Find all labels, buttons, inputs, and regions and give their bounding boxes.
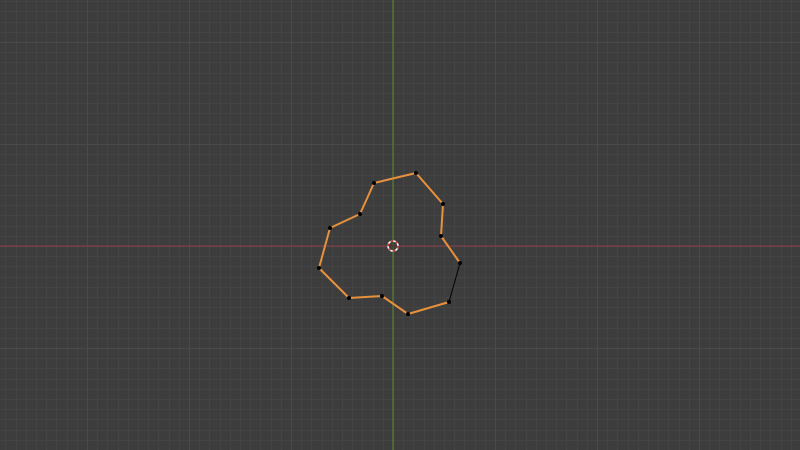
mesh-vertex[interactable] — [372, 181, 376, 185]
grid-minor-lines — [0, 0, 800, 450]
mesh-edge-selected[interactable] — [381, 295, 409, 315]
mesh-edge-selected[interactable] — [373, 172, 417, 184]
mesh-edge-selected[interactable] — [440, 203, 444, 237]
3d-cursor-icon[interactable] — [387, 240, 399, 252]
mesh-vertex[interactable] — [358, 212, 362, 216]
mesh-edge-selected[interactable] — [415, 172, 444, 205]
mesh-vertex[interactable] — [414, 171, 418, 175]
mesh-vertex[interactable] — [447, 300, 451, 304]
mesh-vertex[interactable] — [347, 296, 351, 300]
mesh-vertex[interactable] — [328, 226, 332, 230]
mesh-edge-selected[interactable] — [329, 213, 361, 229]
mesh-vertex[interactable] — [441, 202, 445, 206]
mesh-vertex[interactable] — [439, 234, 443, 238]
mesh-vertex[interactable] — [458, 261, 462, 265]
mesh-vertex[interactable] — [380, 294, 384, 298]
mesh-vertex[interactable] — [317, 266, 321, 270]
mesh-edge-selected[interactable] — [318, 227, 331, 269]
mesh-edge-selected[interactable] — [318, 267, 350, 299]
viewport-canvas[interactable] — [0, 0, 800, 450]
mesh-vertex[interactable] — [406, 312, 410, 316]
3d-viewport[interactable] — [0, 0, 800, 450]
mesh-edge-selected[interactable] — [440, 235, 461, 264]
